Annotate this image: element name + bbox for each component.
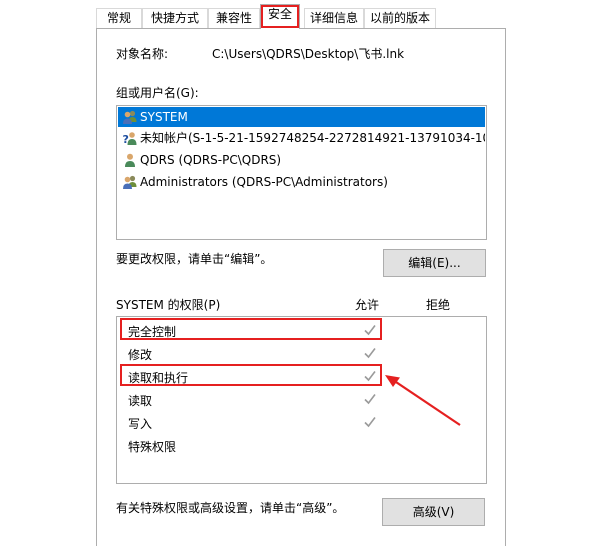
annotation-arrow-icon [385, 375, 461, 426]
user-name: 未知帐户(S-1-5-21-1592748254-2272814921-1379… [140, 131, 485, 145]
tab-security[interactable]: 安全 [260, 4, 300, 29]
user-name: SYSTEM [140, 110, 188, 124]
tab-details[interactable]: 详细信息 [304, 8, 364, 28]
groups-label: 组或用户名(G): [116, 86, 199, 100]
advanced-button[interactable]: 高级(V) [382, 498, 485, 526]
tab-general[interactable]: 常规 [96, 8, 142, 28]
allow-check-icon [364, 417, 376, 428]
permission-special: 特殊权限 [128, 440, 177, 454]
permissions-title: SYSTEM 的权限(P) [116, 298, 221, 312]
list-item[interactable]: Administrators (QDRS-PC\Administrators) [118, 172, 485, 192]
edit-button[interactable]: 编辑(E)... [383, 249, 486, 277]
highlight-read-execute [120, 364, 382, 386]
list-item[interactable]: SYSTEM [118, 107, 485, 127]
allow-header: 允许 [355, 298, 380, 312]
allow-check-icon [364, 348, 376, 359]
permission-read: 读取 [128, 394, 153, 408]
user-name: Administrators (QDRS-PC\Administrators) [140, 175, 388, 189]
list-item[interactable]: QDRS (QDRS-PC\QDRS) [118, 150, 485, 170]
object-name-label: 对象名称: [116, 47, 169, 61]
change-permission-hint: 要更改权限，请单击“编辑”。 [116, 252, 273, 266]
tab-shortcut[interactable]: 快捷方式 [142, 8, 208, 28]
tab-previous-versions[interactable]: 以前的版本 [364, 8, 436, 28]
highlight-full-control [120, 318, 382, 340]
user-group-icon [123, 175, 137, 189]
user-name: QDRS (QDRS-PC\QDRS) [140, 153, 282, 167]
user-group-icon [123, 110, 137, 124]
permission-modify: 修改 [128, 348, 153, 362]
unknown-user-icon: ? [123, 132, 137, 146]
list-item[interactable]: ? 未知帐户(S-1-5-21-1592748254-2272814921-13… [118, 128, 486, 148]
permission-write: 写入 [128, 417, 153, 431]
object-name-value: C:\Users\QDRS\Desktop\飞书.lnk [212, 47, 405, 61]
allow-check-icon [364, 394, 376, 405]
user-icon [125, 153, 135, 167]
tab-strip: 常规 快捷方式 兼容性 安全 详细信息 以前的版本 [96, 0, 506, 29]
users-listbox[interactable]: SYSTEM ? 未知帐户(S-1-5-21-1592748254-227281… [116, 105, 487, 240]
svg-text:?: ? [123, 133, 129, 146]
tab-compatibility[interactable]: 兼容性 [208, 8, 260, 28]
deny-header: 拒绝 [426, 298, 451, 312]
advanced-hint: 有关特殊权限或高级设置，请单击“高级”。 [116, 501, 345, 515]
